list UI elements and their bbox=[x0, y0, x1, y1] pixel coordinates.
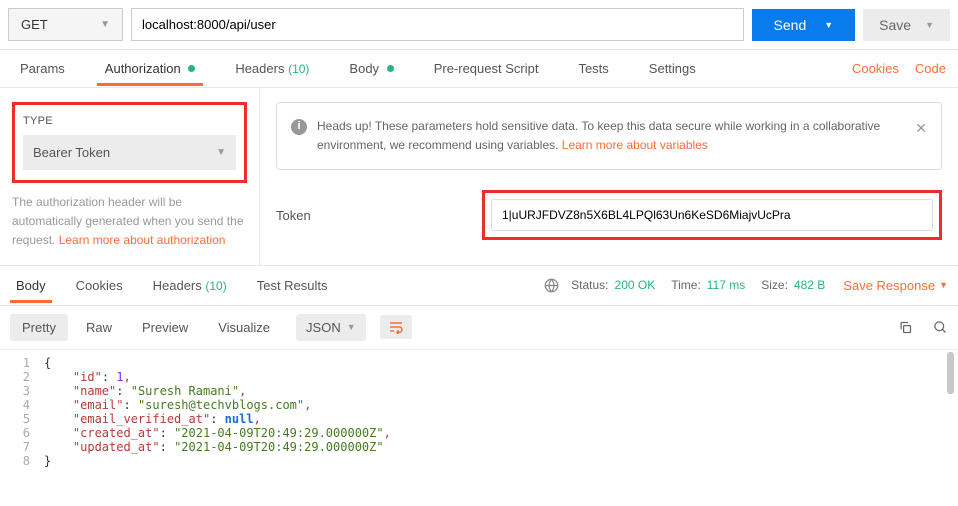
search-icon[interactable] bbox=[933, 320, 948, 335]
chevron-down-icon: ▼ bbox=[100, 19, 110, 30]
chevron-down-icon[interactable]: ▼ bbox=[925, 20, 934, 30]
highlight-box bbox=[482, 190, 942, 240]
wrap-lines-button[interactable] bbox=[380, 315, 412, 339]
send-button[interactable]: Send ▼ bbox=[752, 9, 856, 41]
info-banner-text: Heads up! These parameters hold sensitiv… bbox=[317, 117, 905, 155]
tab-headers[interactable]: Headers (10) bbox=[227, 51, 317, 86]
auth-type-value: Bearer Token bbox=[33, 145, 110, 160]
resp-tab-testresults[interactable]: Test Results bbox=[251, 268, 334, 303]
response-time: Time: 117 ms bbox=[671, 278, 745, 292]
time-label: Time: bbox=[671, 278, 701, 292]
auth-help-text: The authorization header will be automat… bbox=[12, 193, 247, 251]
status-value: 200 OK bbox=[615, 278, 656, 292]
info-banner: i Heads up! These parameters hold sensit… bbox=[276, 102, 942, 170]
resp-tab-headers[interactable]: Headers (10) bbox=[147, 268, 233, 303]
code-link[interactable]: Code bbox=[915, 61, 946, 76]
close-icon[interactable]: ✕ bbox=[915, 117, 927, 139]
tab-authorization-label: Authorization bbox=[105, 61, 181, 76]
http-method-value: GET bbox=[21, 17, 48, 32]
format-select[interactable]: JSON ▼ bbox=[296, 314, 366, 341]
tab-body-label: Body bbox=[349, 61, 379, 76]
resp-tab-cookies[interactable]: Cookies bbox=[70, 268, 129, 303]
tab-settings[interactable]: Settings bbox=[641, 51, 704, 86]
format-value: JSON bbox=[306, 320, 341, 335]
tab-headers-label: Headers bbox=[235, 61, 284, 76]
status-dot-icon bbox=[188, 65, 195, 72]
view-preview[interactable]: Preview bbox=[130, 314, 200, 341]
url-input[interactable] bbox=[131, 8, 744, 41]
globe-icon[interactable] bbox=[544, 278, 559, 293]
tab-authorization[interactable]: Authorization bbox=[97, 51, 204, 86]
view-pretty[interactable]: Pretty bbox=[10, 314, 68, 341]
response-size: Size: 482 B bbox=[761, 278, 825, 292]
scrollbar-thumb[interactable] bbox=[947, 352, 954, 394]
info-banner-link[interactable]: Learn more about variables bbox=[562, 138, 708, 152]
response-body-code: 1{ 2 "id": 1, 3 "name": "Suresh Ramani",… bbox=[0, 350, 958, 484]
auth-help-link[interactable]: Learn more about authorization bbox=[59, 233, 226, 247]
save-button-label: Save bbox=[879, 17, 911, 33]
chevron-down-icon: ▼ bbox=[347, 322, 356, 332]
chevron-down-icon: ▼ bbox=[216, 147, 226, 158]
size-value: 482 B bbox=[794, 278, 825, 292]
status-dot-icon bbox=[387, 65, 394, 72]
chevron-down-icon: ▼ bbox=[939, 280, 948, 290]
view-raw[interactable]: Raw bbox=[74, 314, 124, 341]
json-name: Suresh Ramani bbox=[138, 384, 232, 398]
headers-count: (10) bbox=[288, 62, 309, 76]
copy-icon[interactable] bbox=[898, 320, 913, 335]
send-button-label: Send bbox=[774, 17, 807, 33]
json-updated: 2021-04-09T20:49:29.000000Z bbox=[181, 440, 376, 454]
response-status: Status: 200 OK bbox=[571, 278, 655, 292]
chevron-down-icon[interactable]: ▼ bbox=[824, 20, 833, 30]
auth-type-label: TYPE bbox=[23, 115, 236, 127]
size-label: Size: bbox=[761, 278, 788, 292]
token-label: Token bbox=[276, 208, 466, 223]
tab-tests[interactable]: Tests bbox=[570, 51, 616, 86]
resp-tab-body[interactable]: Body bbox=[10, 268, 52, 303]
token-input[interactable] bbox=[491, 199, 933, 231]
save-response-label: Save Response bbox=[843, 278, 935, 293]
resp-headers-count: (10) bbox=[205, 279, 226, 293]
tab-params[interactable]: Params bbox=[12, 51, 73, 86]
tab-prerequest[interactable]: Pre-request Script bbox=[426, 51, 547, 86]
json-id: 1 bbox=[116, 370, 123, 384]
cookies-link[interactable]: Cookies bbox=[852, 61, 899, 76]
save-button[interactable]: Save ▼ bbox=[863, 9, 950, 41]
save-response-button[interactable]: Save Response ▼ bbox=[843, 278, 948, 293]
time-value: 117 ms bbox=[707, 278, 745, 292]
json-email: suresh@techvblogs.com bbox=[145, 398, 297, 412]
resp-tab-headers-label: Headers bbox=[153, 278, 202, 293]
json-created: 2021-04-09T20:49:29.000000Z bbox=[181, 426, 376, 440]
auth-type-select[interactable]: Bearer Token ▼ bbox=[23, 135, 236, 170]
info-icon: i bbox=[291, 119, 307, 135]
view-visualize[interactable]: Visualize bbox=[206, 314, 282, 341]
http-method-select[interactable]: GET ▼ bbox=[8, 8, 123, 41]
status-label: Status: bbox=[571, 278, 608, 292]
tab-body[interactable]: Body bbox=[341, 51, 401, 86]
highlight-box: TYPE Bearer Token ▼ bbox=[12, 102, 247, 183]
